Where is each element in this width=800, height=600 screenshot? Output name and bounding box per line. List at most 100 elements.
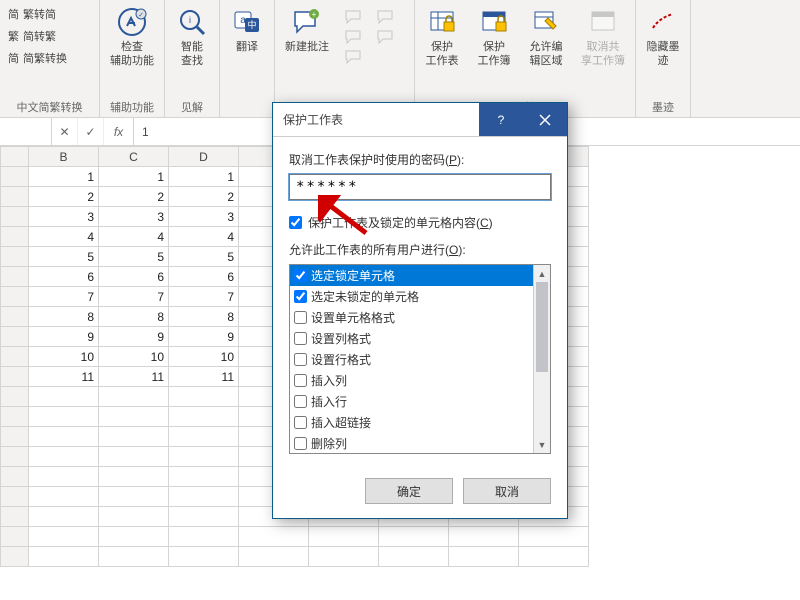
cell[interactable] xyxy=(99,547,169,567)
permission-checkbox[interactable] xyxy=(294,353,307,366)
cell[interactable] xyxy=(169,547,239,567)
row-header[interactable] xyxy=(1,407,29,427)
cell[interactable] xyxy=(169,407,239,427)
permission-item[interactable]: 设置单元格格式 xyxy=(290,307,533,328)
cell[interactable] xyxy=(29,447,99,467)
row-header[interactable] xyxy=(1,387,29,407)
cell[interactable] xyxy=(239,527,309,547)
row-header[interactable] xyxy=(1,327,29,347)
cell[interactable] xyxy=(29,427,99,447)
permission-checkbox[interactable] xyxy=(294,395,307,408)
cell[interactable] xyxy=(29,387,99,407)
permission-item[interactable]: 删除列 xyxy=(290,433,533,453)
close-button[interactable] xyxy=(523,103,567,136)
cell[interactable] xyxy=(169,507,239,527)
btn-hide-ink[interactable]: 隐藏墨 迹 xyxy=(640,4,686,70)
cell[interactable]: 11 xyxy=(29,367,99,387)
row-header[interactable] xyxy=(1,427,29,447)
row-header[interactable] xyxy=(1,247,29,267)
cancel-button[interactable]: 取消 xyxy=(463,478,551,504)
btn-protect-workbook[interactable]: 保护 工作簿 xyxy=(471,4,517,70)
row-header[interactable] xyxy=(1,487,29,507)
help-button[interactable]: ? xyxy=(479,103,523,136)
cell[interactable] xyxy=(519,547,589,567)
cell[interactable] xyxy=(99,507,169,527)
permission-item[interactable]: 插入超链接 xyxy=(290,412,533,433)
permission-checkbox[interactable] xyxy=(294,416,307,429)
cell[interactable] xyxy=(309,527,379,547)
row-header[interactable] xyxy=(1,287,29,307)
column-header[interactable]: B xyxy=(29,147,99,167)
cell[interactable]: 6 xyxy=(99,267,169,287)
name-box[interactable] xyxy=(0,118,52,145)
permission-item[interactable]: 设置列格式 xyxy=(290,328,533,349)
cell[interactable]: 7 xyxy=(99,287,169,307)
cell[interactable]: 4 xyxy=(29,227,99,247)
cell[interactable] xyxy=(239,547,309,567)
cell[interactable] xyxy=(29,487,99,507)
cell[interactable] xyxy=(29,507,99,527)
permission-item[interactable]: 选定未锁定的单元格 xyxy=(290,286,533,307)
cancel-edit-icon[interactable]: ✕ xyxy=(52,118,78,145)
cell[interactable]: 11 xyxy=(99,367,169,387)
permission-checkbox[interactable] xyxy=(294,290,307,303)
btn-protect-sheet[interactable]: 保护 工作表 xyxy=(419,4,465,70)
cell[interactable]: 1 xyxy=(29,167,99,187)
cell[interactable]: 4 xyxy=(99,227,169,247)
cell[interactable]: 6 xyxy=(169,267,239,287)
btn-simp-to-trad[interactable]: 繁简转繁 xyxy=(4,26,71,46)
scroll-down-icon[interactable]: ▼ xyxy=(534,436,550,453)
cell[interactable] xyxy=(169,387,239,407)
password-input[interactable] xyxy=(289,174,551,200)
btn-new-comment[interactable]: + 新建批注 xyxy=(279,4,335,56)
row-header[interactable] xyxy=(1,547,29,567)
cell[interactable]: 8 xyxy=(99,307,169,327)
btn-smart-lookup[interactable]: i 智能 查找 xyxy=(169,4,215,70)
protect-contents-checkbox-row[interactable]: 保护工作表及锁定的单元格内容(C) xyxy=(289,214,551,231)
row-header[interactable] xyxy=(1,207,29,227)
cell[interactable] xyxy=(29,547,99,567)
permission-checkbox[interactable] xyxy=(294,437,307,450)
row-header[interactable] xyxy=(1,187,29,207)
ok-button[interactable]: 确定 xyxy=(365,478,453,504)
cell[interactable]: 2 xyxy=(29,187,99,207)
row-header[interactable] xyxy=(1,307,29,327)
permission-checkbox[interactable] xyxy=(294,374,307,387)
cell[interactable] xyxy=(29,467,99,487)
row-header[interactable] xyxy=(1,467,29,487)
cell[interactable]: 5 xyxy=(99,247,169,267)
cell[interactable] xyxy=(99,427,169,447)
cell[interactable]: 6 xyxy=(29,267,99,287)
cell[interactable]: 10 xyxy=(169,347,239,367)
cell[interactable]: 7 xyxy=(29,287,99,307)
cell[interactable] xyxy=(99,447,169,467)
cell[interactable]: 8 xyxy=(29,307,99,327)
row-header[interactable] xyxy=(1,167,29,187)
cell[interactable] xyxy=(309,547,379,567)
cell[interactable]: 11 xyxy=(169,367,239,387)
row-header[interactable] xyxy=(1,227,29,247)
cell[interactable]: 5 xyxy=(169,247,239,267)
fx-button[interactable]: fx xyxy=(104,118,134,145)
cell[interactable]: 1 xyxy=(169,167,239,187)
btn-conv[interactable]: 简简繁转换 xyxy=(4,48,71,68)
btn-allow-edit-ranges[interactable]: 允许编 辑区域 xyxy=(523,4,569,70)
scroll-up-icon[interactable]: ▲ xyxy=(534,265,550,282)
btn-check-accessibility[interactable]: ✓ 检查 辅助功能 xyxy=(104,4,160,70)
cell[interactable] xyxy=(379,527,449,547)
column-header[interactable]: D xyxy=(169,147,239,167)
row-header[interactable] xyxy=(1,527,29,547)
cell[interactable] xyxy=(99,387,169,407)
btn-translate[interactable]: a中 翻译 xyxy=(224,4,270,56)
permission-checkbox[interactable] xyxy=(294,269,307,282)
cell[interactable]: 3 xyxy=(29,207,99,227)
cell[interactable] xyxy=(519,527,589,547)
cell[interactable]: 1 xyxy=(99,167,169,187)
cell[interactable]: 4 xyxy=(169,227,239,247)
cell[interactable] xyxy=(169,527,239,547)
permission-item[interactable]: 选定锁定单元格 xyxy=(290,265,533,286)
cell[interactable]: 5 xyxy=(29,247,99,267)
cell[interactable]: 3 xyxy=(169,207,239,227)
permission-item[interactable]: 设置行格式 xyxy=(290,349,533,370)
cell[interactable]: 7 xyxy=(169,287,239,307)
